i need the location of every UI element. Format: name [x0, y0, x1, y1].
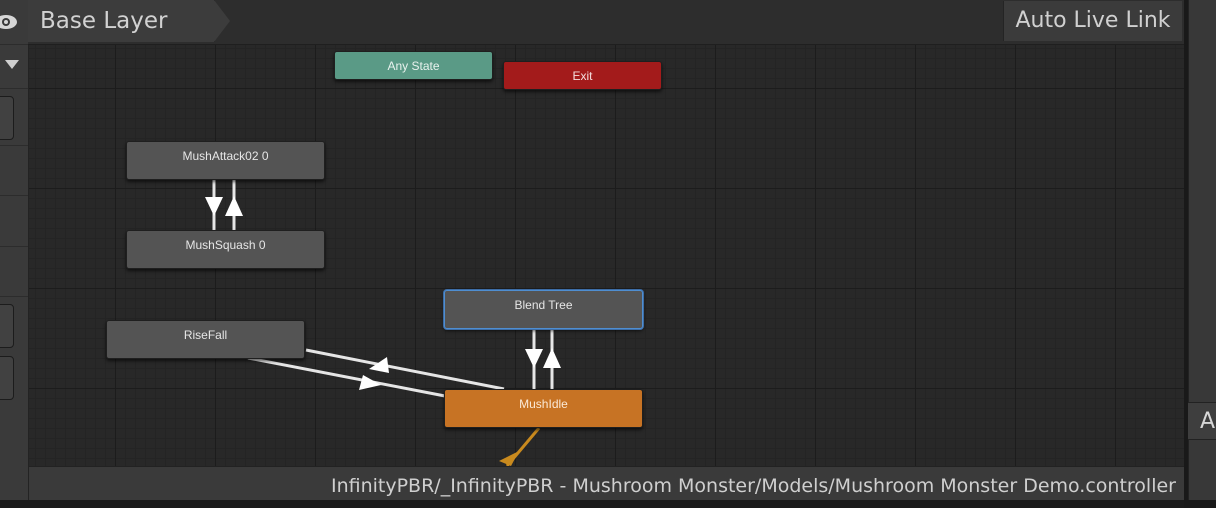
divider: [0, 88, 28, 89]
state-mush-idle[interactable]: MushIdle: [444, 389, 643, 428]
layer-panel-field[interactable]: [0, 304, 14, 348]
transition-arrow-icon: [543, 348, 561, 368]
state-label: MushAttack02 0: [182, 149, 269, 163]
divider: [0, 44, 28, 45]
state-rise-fall[interactable]: RiseFall: [106, 320, 305, 359]
left-panel-strip: [0, 0, 29, 508]
state-label: MushIdle: [519, 397, 568, 411]
transition-arrow-icon: [225, 196, 243, 216]
transition-arrow-icon: [525, 349, 543, 368]
state-label: Any State: [387, 59, 440, 73]
window-bottom-edge: [0, 500, 1216, 508]
breadcrumb-arrow: [214, 0, 230, 42]
entry-transition-arrow-icon: [499, 451, 519, 466]
graph-toolbar: Base Layer Auto Live Link: [28, 0, 1184, 45]
controller-path: InfinityPBR/_InfinityPBR - Mushroom Mons…: [330, 475, 1176, 497]
layer-panel-field[interactable]: [0, 96, 14, 140]
divider: [0, 195, 28, 196]
controller-path-bar: InfinityPBR/_InfinityPBR - Mushroom Mons…: [29, 466, 1184, 501]
state-label: Exit: [572, 69, 593, 83]
breadcrumb-label: Base Layer: [40, 8, 168, 34]
state-label: Blend Tree: [514, 298, 573, 312]
state-label: MushSquash 0: [185, 238, 266, 252]
state-any-state[interactable]: Any State: [334, 51, 493, 80]
transition-line[interactable]: [305, 348, 505, 391]
state-blend-tree[interactable]: Blend Tree: [444, 290, 643, 329]
divider: [0, 246, 28, 247]
state-exit[interactable]: Exit: [503, 61, 662, 90]
transition-arrow-icon: [205, 197, 223, 216]
inspector-tab[interactable]: A: [1188, 402, 1216, 440]
layer-panel-field[interactable]: [0, 356, 14, 400]
eye-icon[interactable]: [0, 12, 20, 32]
breadcrumb[interactable]: Base Layer: [28, 0, 215, 42]
transition-line[interactable]: [247, 356, 446, 398]
divider: [0, 296, 28, 297]
transition-arrow-icon: [369, 357, 389, 373]
state-mush-squash[interactable]: MushSquash 0: [126, 230, 325, 269]
state-label: RiseFall: [183, 328, 228, 342]
animator-graph-canvas[interactable]: Any State Exit MushAttack02 0 MushSquash…: [29, 45, 1184, 466]
state-mush-attack[interactable]: MushAttack02 0: [126, 141, 325, 180]
divider: [0, 145, 28, 146]
auto-live-link-button[interactable]: Auto Live Link: [1003, 1, 1182, 41]
triangle-down-icon[interactable]: [5, 60, 21, 70]
